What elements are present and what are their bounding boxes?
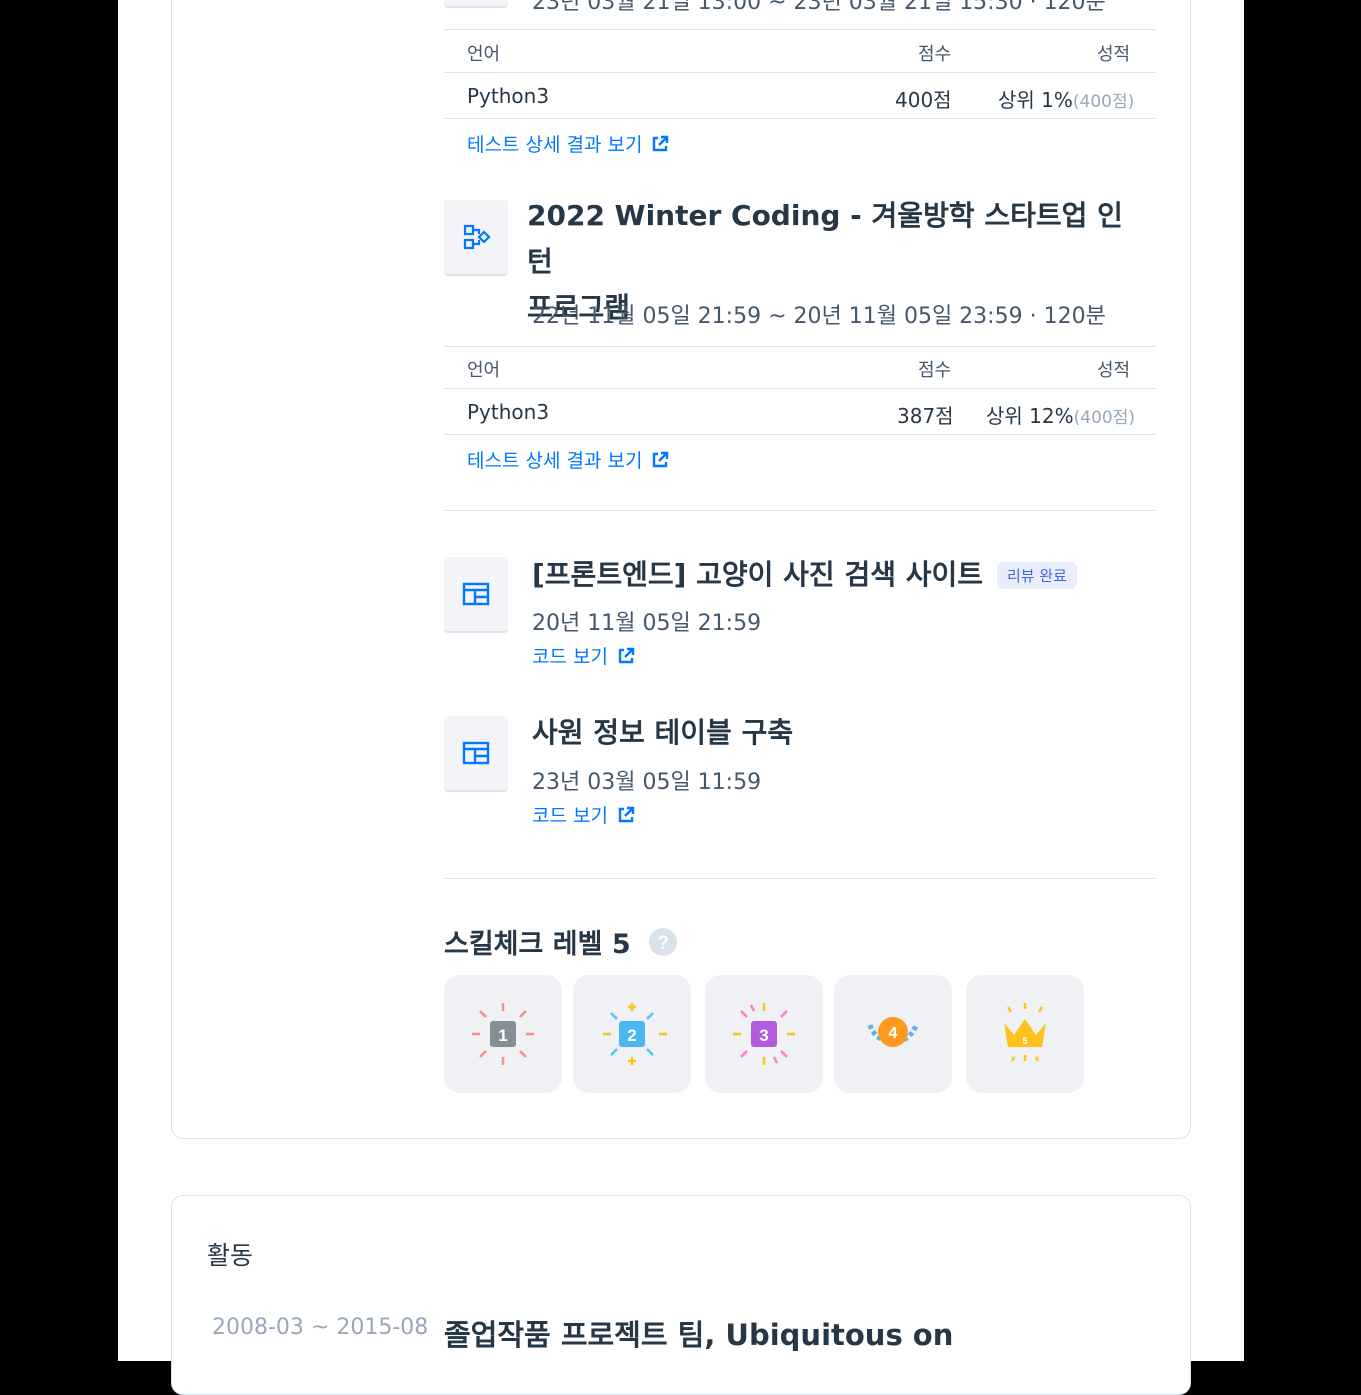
test-detail-link[interactable]: 테스트 상세 결과 보기 (467, 446, 670, 473)
project-date: 20년 11월 05일 21:59 (532, 611, 762, 636)
section-divider (444, 510, 1156, 511)
level-number: 2 (627, 1026, 636, 1045)
rank-max: (400점) (1072, 92, 1135, 112)
browser-window-icon (462, 741, 490, 765)
table-top-divider (444, 346, 1156, 347)
activity-heading: 활동 (207, 1241, 254, 1270)
test-duration: 120분 (1043, 304, 1106, 329)
activity-card (171, 1195, 1191, 1395)
skillcheck-header: 스킬체크 레벨 5 ? (444, 922, 677, 961)
browser-window-icon (462, 582, 490, 606)
skill-level-badge-5: 5 (966, 975, 1084, 1093)
level-3-medal-icon: 3 (733, 1003, 795, 1065)
external-link-icon (618, 647, 635, 663)
view-code-link-label: 코드 보기 (532, 646, 608, 668)
skill-level-badge-1: 1 (444, 975, 562, 1093)
test-detail-link-label: 테스트 상세 결과 보기 (467, 134, 643, 156)
external-link-icon (653, 451, 669, 467)
level-1-medal-icon: 1 (472, 1003, 534, 1065)
test-date: 22년 11월 05일 21:59 ~ 20년 11월 05일 23:59 · … (532, 304, 1106, 329)
col-header-score: 점수 (918, 360, 952, 381)
cell-rank: 상위 12%(400점) (986, 400, 1135, 429)
skill-level-badge-3: 3 (705, 975, 823, 1093)
skillcheck-title: 스킬체크 레벨 5 (444, 929, 631, 960)
level-2-medal-icon: 2 (603, 1003, 667, 1065)
external-link-icon (618, 806, 635, 822)
level-number: 3 (759, 1026, 768, 1045)
level-4-laurel-icon: 4 (867, 1017, 919, 1047)
rank-max: (400점) (1073, 408, 1135, 428)
skill-level-badge-2: 2 (573, 975, 691, 1093)
view-code-link[interactable]: 코드 보기 (532, 801, 636, 828)
right-edge (1244, 0, 1361, 1361)
test-thumbnail (444, 200, 508, 276)
project-thumbnail (444, 716, 508, 792)
rank-text: 상위 12% (986, 404, 1074, 428)
col-header-language: 언어 (467, 360, 501, 381)
svg-text:?: ? (657, 933, 669, 954)
table-header-divider (444, 72, 1156, 73)
section-divider (444, 878, 1156, 879)
cell-language: Python3 (467, 84, 550, 108)
table-header-divider (444, 388, 1156, 389)
flow-chart-icon (463, 224, 491, 250)
table-top-divider (444, 29, 1156, 30)
test-thumbnail (444, 0, 508, 8)
rank-text: 상위 1% (998, 88, 1073, 112)
project-thumbnail (444, 557, 508, 633)
col-header-rank: 성적 (1097, 44, 1131, 65)
table-bottom-divider (444, 434, 1156, 435)
cell-score: 387점 (897, 404, 954, 428)
cell-language: Python3 (467, 400, 550, 424)
project-date: 23년 03월 05일 11:59 (532, 770, 762, 795)
activity-period: 2008-03 ~ 2015-08 (212, 1315, 429, 1340)
col-header-score: 점수 (918, 44, 952, 65)
col-header-rank: 성적 (1097, 360, 1131, 381)
test-detail-link[interactable]: 테스트 상세 결과 보기 (467, 130, 670, 157)
table-bottom-divider (444, 118, 1156, 119)
project-title: 사원 정보 테이블 구축 (532, 716, 794, 749)
test-title-line1: 2022 Winter Coding - 겨울방학 스타트업 인턴 (527, 199, 1123, 278)
level-number: 1 (498, 1026, 507, 1045)
activity-title: 졸업작품 프로젝트 팀, Ubiquitous on (444, 1318, 954, 1352)
project-header: [프론트엔드] 고양이 사진 검색 사이트 리뷰 완료 (532, 552, 1077, 598)
col-header-language: 언어 (467, 44, 501, 65)
view-code-link[interactable]: 코드 보기 (532, 642, 636, 669)
external-link-icon (653, 135, 669, 151)
test-date: 23년 03월 21일 13:00 ~ 23년 03월 21일 15:30 · … (532, 0, 1106, 15)
review-status-badge: 리뷰 완료 (997, 561, 1077, 589)
skill-level-badge-4: 4 (834, 975, 952, 1093)
project-title: [프론트엔드] 고양이 사진 검색 사이트 (532, 558, 983, 591)
level-number: 4 (889, 1025, 898, 1042)
cell-rank: 상위 1%(400점) (998, 84, 1134, 113)
test-detail-link-label: 테스트 상세 결과 보기 (467, 450, 643, 472)
left-edge (82, 20, 118, 1361)
level-5-crown-icon: 5 (1004, 1003, 1046, 1062)
test-date-range: 22년 11월 05일 21:59 ~ 20년 11월 05일 23:59 (532, 304, 1023, 329)
help-icon[interactable]: ? (648, 927, 677, 956)
level-number: 5 (1022, 1036, 1027, 1046)
view-code-link-label: 코드 보기 (532, 805, 608, 827)
cell-score: 400점 (895, 88, 952, 112)
